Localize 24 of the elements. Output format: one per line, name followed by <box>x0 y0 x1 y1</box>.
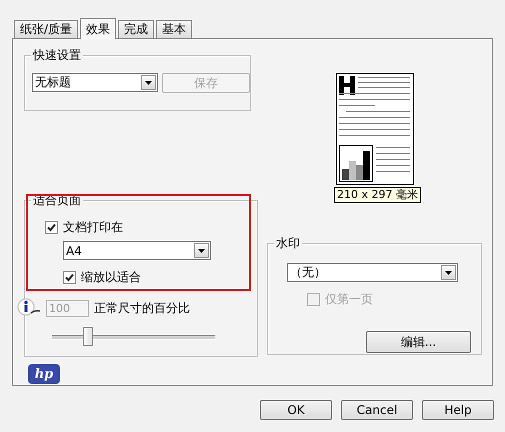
dialog-button[interactable]: OK <box>260 400 332 420</box>
tab[interactable]: 完成 <box>118 20 154 38</box>
group-title: 快速设置 <box>31 48 83 63</box>
logo: hp <box>28 364 60 384</box>
dropdown[interactable]: （无） <box>287 263 458 282</box>
checkbox-label: 仅第一页 <box>325 291 373 308</box>
dropdown-arrow-icon <box>198 248 205 252</box>
dropdown-arrow-icon <box>145 80 152 84</box>
dialog-button[interactable]: Help <box>422 400 494 420</box>
dialog-button[interactable]: Cancel <box>341 400 413 420</box>
tab[interactable]: 效果 <box>80 18 116 39</box>
tab[interactable]: 基本 <box>156 20 192 38</box>
checkbox-label: 文档打印在 <box>63 219 123 236</box>
tab[interactable]: 纸张/质量 <box>14 20 78 38</box>
checkbox[interactable] <box>63 271 76 284</box>
group-title: 水印 <box>274 236 302 251</box>
paper-size-label: 210 x 297 毫米 <box>334 187 421 203</box>
checkbox-label: 缩放以适合 <box>81 269 141 286</box>
percent-label: 正常尺寸的百分比 <box>94 300 190 316</box>
dropdown[interactable]: 无标题 <box>32 73 158 92</box>
dropdown-arrow-icon <box>445 270 452 274</box>
edit-button[interactable]: 编辑... <box>366 331 471 353</box>
dropdown[interactable]: A4 <box>63 241 211 260</box>
checkbox[interactable] <box>45 221 58 234</box>
